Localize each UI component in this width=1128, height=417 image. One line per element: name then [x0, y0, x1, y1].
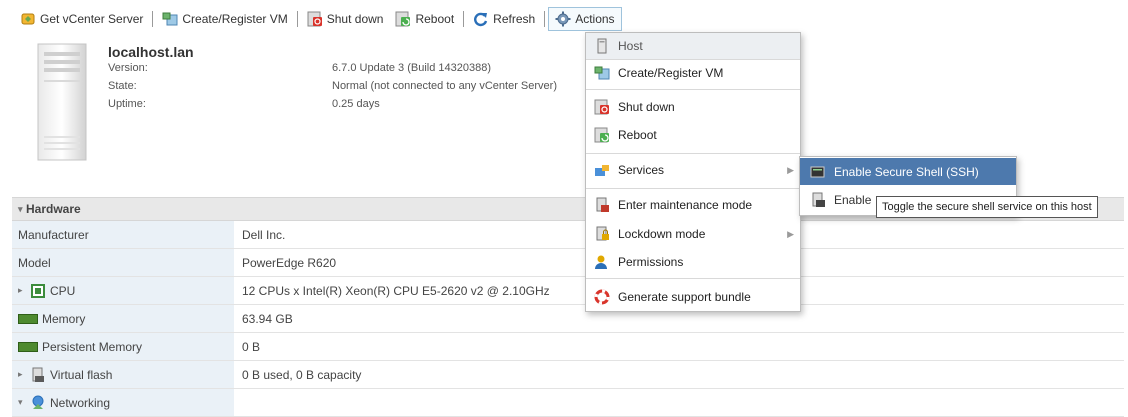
ssh-icon	[810, 164, 826, 180]
support-bundle-icon	[594, 289, 610, 305]
row-value: PowerEdge R620	[242, 255, 337, 270]
table-row: Model PowerEdge R620	[12, 249, 1124, 277]
networking-icon	[30, 395, 46, 411]
menu-divider	[586, 89, 800, 90]
row-label: Memory	[12, 305, 234, 332]
actions-button[interactable]: Actions	[548, 7, 622, 31]
row-value: 0 B	[242, 339, 261, 354]
vcenter-icon	[20, 11, 36, 27]
lockdown-icon	[594, 226, 610, 242]
hardware-panel: ▾ Hardware Manufacturer Dell Inc. Model …	[12, 197, 1124, 417]
version-value: 6.7.0 Update 3 (Build 14320388)	[332, 62, 492, 74]
menu-item-maintenance-mode[interactable]: Enter maintenance mode	[586, 192, 800, 218]
shut-down-icon	[594, 99, 610, 115]
menu-header-host: Host	[586, 33, 800, 59]
row-value: 0 B used, 0 B capacity	[242, 367, 362, 382]
menu-item-lockdown-mode[interactable]: Lockdown mode ▶	[586, 221, 800, 247]
toolbar: Get vCenter Server Create/Register VM Sh…	[14, 6, 622, 32]
server-image	[36, 40, 88, 164]
table-row: Memory 63.94 GB	[12, 305, 1124, 333]
get-vcenter-button[interactable]: Get vCenter Server	[14, 7, 149, 31]
menu-item-support-bundle[interactable]: Generate support bundle	[586, 284, 800, 310]
table-row: ▾ Networking	[12, 389, 1124, 417]
menu-divider	[586, 153, 800, 154]
state-label: State:	[108, 80, 137, 92]
menu-item-reboot[interactable]: Reboot	[586, 122, 800, 148]
toolbar-divider	[152, 11, 154, 27]
row-label: Manufacturer	[12, 221, 234, 248]
row-value: 63.94 GB	[242, 311, 293, 326]
shell-icon	[810, 192, 826, 208]
collapse-caret-icon[interactable]: ▾	[18, 397, 26, 408]
maintenance-icon	[594, 197, 610, 213]
actions-menu: Host Create/Register VM Shut down Reboot…	[585, 32, 801, 312]
services-icon	[594, 162, 610, 178]
create-vm-icon	[594, 65, 610, 81]
networking-row-label[interactable]: ▾ Networking	[12, 389, 234, 416]
menu-item-services[interactable]: Services ▶	[586, 157, 800, 183]
gear-icon	[555, 11, 571, 27]
virtual-flash-icon	[30, 367, 46, 383]
toolbar-divider	[463, 11, 465, 27]
table-row: Manufacturer Dell Inc.	[12, 221, 1124, 249]
menu-divider	[586, 188, 800, 189]
menu-divider	[586, 278, 800, 279]
memory-icon	[18, 313, 38, 324]
expand-caret-icon[interactable]: ▸	[18, 369, 26, 380]
reboot-icon	[395, 11, 411, 27]
expand-caret-icon[interactable]: ▸	[18, 285, 26, 296]
cpu-icon	[30, 283, 46, 299]
table-row: ▸ CPU 12 CPUs x Intel(R) Xeon(R) CPU E5-…	[12, 277, 1124, 305]
shut-down-button[interactable]: Shut down	[301, 7, 390, 31]
table-row: Persistent Memory 0 B	[12, 333, 1124, 361]
menu-item-enable-ssh[interactable]: Enable Secure Shell (SSH)	[800, 158, 1016, 185]
row-value: 12 CPUs x Intel(R) Xeon(R) CPU E5-2620 v…	[242, 283, 550, 298]
uptime-value: 0.25 days	[332, 98, 380, 110]
refresh-button[interactable]: Refresh	[467, 7, 541, 31]
state-value: Normal (not connected to any vCenter Ser…	[332, 80, 557, 92]
row-label: Persistent Memory	[12, 333, 234, 360]
submenu-arrow-icon: ▶	[787, 228, 794, 239]
table-row: ▸ Virtual flash 0 B used, 0 B capacity	[12, 361, 1124, 389]
collapse-caret-icon: ▾	[18, 203, 23, 214]
create-register-vm-button[interactable]: Create/Register VM	[156, 7, 293, 31]
reboot-button[interactable]: Reboot	[389, 7, 460, 31]
tooltip: Toggle the secure shell service on this …	[876, 196, 1098, 218]
menu-item-shut-down[interactable]: Shut down	[586, 94, 800, 120]
row-value: Dell Inc.	[242, 227, 286, 242]
submenu-arrow-icon: ▶	[787, 164, 794, 175]
refresh-icon	[473, 11, 489, 27]
menu-item-permissions[interactable]: Permissions	[586, 249, 800, 275]
create-vm-icon	[162, 11, 178, 27]
shut-down-icon	[307, 11, 323, 27]
toolbar-divider	[296, 11, 298, 27]
host-name: localhost.lan	[108, 44, 194, 60]
version-label: Version:	[108, 62, 148, 74]
cpu-row-label[interactable]: ▸ CPU	[12, 277, 234, 304]
uptime-label: Uptime:	[108, 98, 146, 110]
row-label: Model	[12, 249, 234, 276]
persistent-memory-icon	[18, 341, 38, 352]
reboot-icon	[594, 127, 610, 143]
virtual-flash-row-label[interactable]: ▸ Virtual flash	[12, 361, 234, 388]
permissions-icon	[594, 254, 610, 270]
menu-item-create-register-vm[interactable]: Create/Register VM	[586, 60, 800, 86]
host-icon	[594, 38, 610, 54]
toolbar-divider	[544, 11, 546, 27]
